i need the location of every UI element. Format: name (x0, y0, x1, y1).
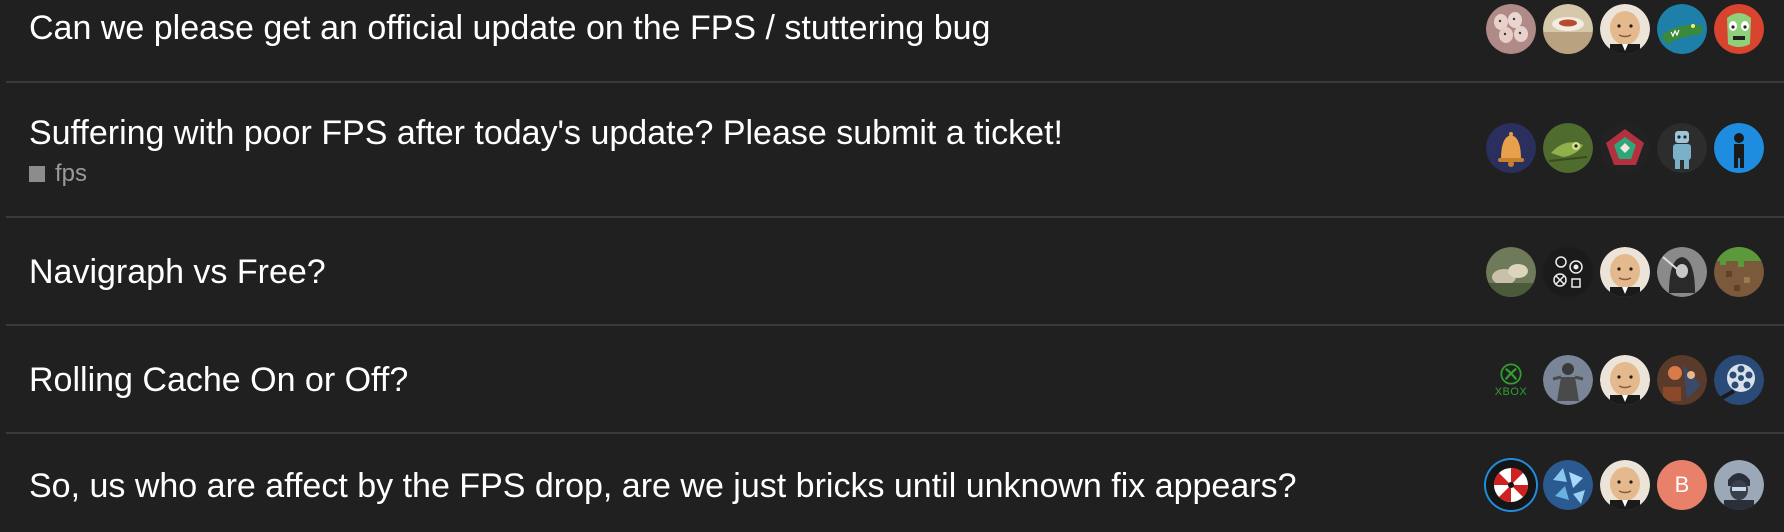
hooded-figure-avatar-icon[interactable] (1657, 247, 1707, 297)
geometric-avatar-icon[interactable] (1600, 123, 1650, 173)
crocodile-avatar-icon[interactable] (1657, 4, 1707, 54)
bald-man-avatar-icon[interactable] (1600, 460, 1650, 510)
topic-posters: XBOX (1486, 355, 1764, 405)
topic-title-link[interactable]: Navigraph vs Free? (29, 252, 326, 292)
bald-man-avatar-icon[interactable] (1600, 4, 1650, 54)
eggs-avatar-icon[interactable] (1486, 4, 1536, 54)
figure-avatar-icon[interactable] (1714, 123, 1764, 173)
topic-title-link[interactable]: Suffering with poor FPS after today's up… (29, 113, 1063, 153)
minecraft-dirt-avatar-icon[interactable] (1714, 247, 1764, 297)
controller-buttons-avatar-icon[interactable] (1543, 247, 1593, 297)
topic-list: Can we please get an official update on … (6, 0, 1784, 532)
plate-avatar-icon[interactable] (1543, 4, 1593, 54)
topic-row: Navigraph vs Free? (6, 218, 1784, 326)
bald-man-avatar-icon[interactable] (1600, 355, 1650, 405)
bald-man-avatar-icon[interactable] (1600, 247, 1650, 297)
topic-posters (1486, 4, 1764, 54)
luchador-mask-avatar-icon[interactable] (1714, 4, 1764, 54)
topic-posters: B (1486, 460, 1764, 510)
topic-row: Rolling Cache On or Off? XBOX (6, 326, 1784, 434)
bell-avatar-icon[interactable] (1486, 123, 1536, 173)
topic-row: So, us who are affect by the FPS drop, a… (6, 434, 1784, 532)
umbrella-logo-avatar-icon[interactable] (1486, 460, 1536, 510)
topic-title-link[interactable]: So, us who are affect by the FPS drop, a… (29, 466, 1296, 506)
robot-avatar-icon[interactable] (1657, 123, 1707, 173)
xbox-logo-avatar-icon[interactable]: XBOX (1486, 355, 1536, 405)
action-scene-avatar-icon[interactable] (1657, 355, 1707, 405)
topic-posters (1486, 247, 1764, 297)
topic-row: Can we please get an official update on … (6, 0, 1784, 83)
avatar-letter: B (1674, 472, 1690, 497)
letter-b-avatar-icon[interactable]: B (1657, 460, 1707, 510)
topic-row: Suffering with poor FPS after today's up… (6, 83, 1784, 218)
topic-title-link[interactable]: Rolling Cache On or Off? (29, 360, 408, 400)
tag-label: fps (55, 160, 88, 187)
xbox-label: XBOX (1494, 385, 1528, 398)
topic-posters (1486, 123, 1764, 173)
statue-avatar-icon[interactable] (1543, 355, 1593, 405)
chameleon-avatar-icon[interactable] (1543, 123, 1593, 173)
tag-square-icon (29, 166, 45, 182)
crystal-avatar-icon[interactable] (1543, 460, 1593, 510)
film-reel-avatar-icon[interactable] (1714, 355, 1764, 405)
topic-title-link[interactable]: Can we please get an official update on … (29, 8, 990, 48)
soldier-avatar-icon[interactable] (1714, 460, 1764, 510)
rocks-avatar-icon[interactable] (1486, 247, 1536, 297)
topic-tag[interactable]: fps (29, 160, 87, 188)
